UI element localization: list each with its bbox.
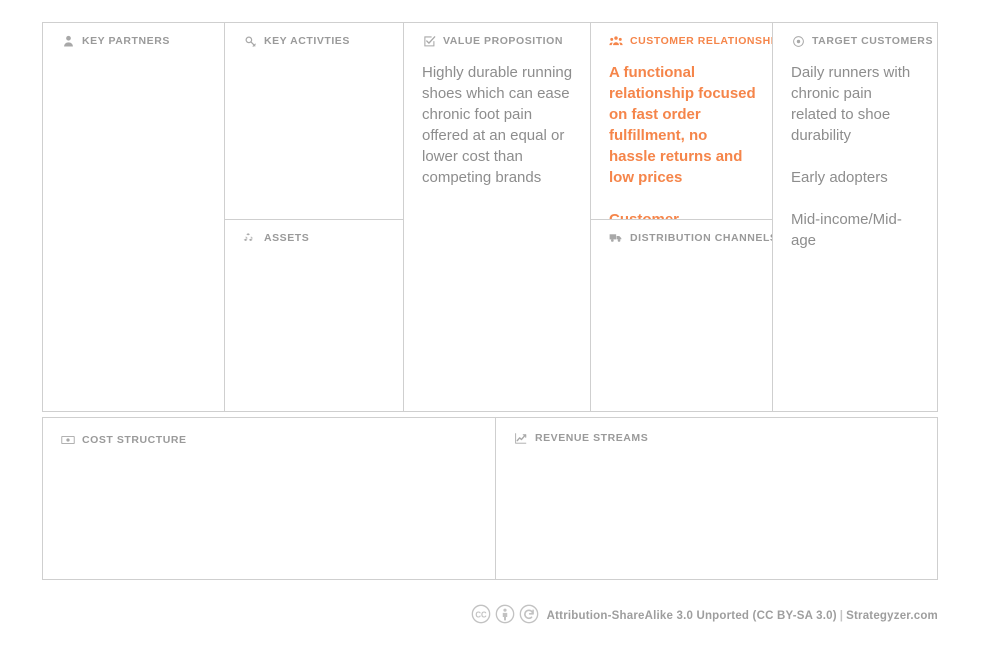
block-header: CUSTOMER RELATIONSHIPS <box>609 34 772 48</box>
source-link[interactable]: Strategyzer.com <box>846 610 938 622</box>
checked-box-icon <box>422 34 436 48</box>
business-model-canvas: KEY PARTNERS KEY ACTIVTIES ASSETS VALUE … <box>42 22 938 580</box>
block-title: TARGET CUSTOMERS <box>812 34 933 47</box>
block-text: Highly durable running shoes which can e… <box>422 64 573 186</box>
block-title: DISTRIBUTION CHANNELS <box>630 231 772 244</box>
block-body: Highly durable running shoes which can e… <box>422 62 574 188</box>
money-bill-icon <box>61 433 75 447</box>
crosshair-icon <box>791 34 805 48</box>
block-header: KEY ACTIVTIES <box>243 34 387 48</box>
wrench-icon <box>243 34 257 48</box>
cubes-icon <box>243 231 257 245</box>
user-icon <box>61 34 75 48</box>
footer-attribution: Attribution-ShareAlike 3.0 Unported (CC … <box>547 610 938 622</box>
attribution-person-icon <box>495 604 515 629</box>
block-revenue-streams[interactable]: REVENUE STREAMS <box>495 418 937 579</box>
footer-separator: | <box>839 610 844 622</box>
canvas-top-row: KEY PARTNERS KEY ACTIVTIES ASSETS VALUE … <box>42 22 938 412</box>
block-title: ASSETS <box>264 231 310 244</box>
line-chart-icon <box>514 431 528 445</box>
block-header: ASSETS <box>243 231 387 245</box>
truck-icon <box>609 231 623 245</box>
block-header: TARGET CUSTOMERS <box>791 34 932 48</box>
block-assets[interactable]: ASSETS <box>224 219 403 411</box>
block-body: Daily runners with chronic pain related … <box>791 62 921 251</box>
block-customer-relationships[interactable]: CUSTOMER RELATIONSHIPS A functional rela… <box>590 23 772 219</box>
block-cost-structure[interactable]: COST STRUCTURE <box>43 418 495 579</box>
block-title: CUSTOMER RELATIONSHIPS <box>630 34 772 47</box>
users-group-icon <box>609 34 623 48</box>
canvas-footer: CC Attribution-ShareAlike 3.0 Unported (… <box>42 600 938 632</box>
block-key-activities[interactable]: KEY ACTIVTIES <box>224 23 403 219</box>
license-text: Attribution-ShareAlike 3.0 Unported (CC … <box>546 610 837 622</box>
block-text: Early adopters <box>791 169 888 186</box>
block-body: A functional relationship focused on fas… <box>609 62 756 219</box>
block-distribution-channels[interactable]: DISTRIBUTION CHANNELS <box>590 219 772 411</box>
block-title: REVENUE STREAMS <box>535 431 649 444</box>
svg-text:CC: CC <box>475 610 487 619</box>
creative-commons-badges: CC <box>471 604 539 629</box>
block-header: DISTRIBUTION CHANNELS <box>609 231 772 245</box>
share-alike-icon <box>519 604 539 629</box>
block-header: REVENUE STREAMS <box>514 431 921 445</box>
block-text: Customer promoters <box>609 209 756 219</box>
block-text: A functional relationship focused on fas… <box>609 64 756 186</box>
block-target-customers[interactable]: TARGET CUSTOMERS Daily runners with chro… <box>772 23 937 411</box>
block-header: COST STRUCTURE <box>61 433 479 447</box>
block-title: VALUE PROPOSITION <box>443 34 563 47</box>
block-title: KEY ACTIVTIES <box>264 34 350 47</box>
block-key-partners[interactable]: KEY PARTNERS <box>43 23 224 411</box>
block-title: KEY PARTNERS <box>82 34 170 47</box>
block-header: VALUE PROPOSITION <box>422 34 574 48</box>
block-header: KEY PARTNERS <box>61 34 208 48</box>
canvas-bottom-row: COST STRUCTURE REVENUE STREAMS <box>42 417 938 580</box>
block-title: COST STRUCTURE <box>82 433 187 446</box>
block-text: Daily runners with chronic pain related … <box>791 64 911 144</box>
block-value-proposition[interactable]: VALUE PROPOSITION Highly durable running… <box>403 23 590 411</box>
cc-logo-icon: CC <box>471 604 491 629</box>
block-text: Mid-income/Mid-age <box>791 211 902 249</box>
